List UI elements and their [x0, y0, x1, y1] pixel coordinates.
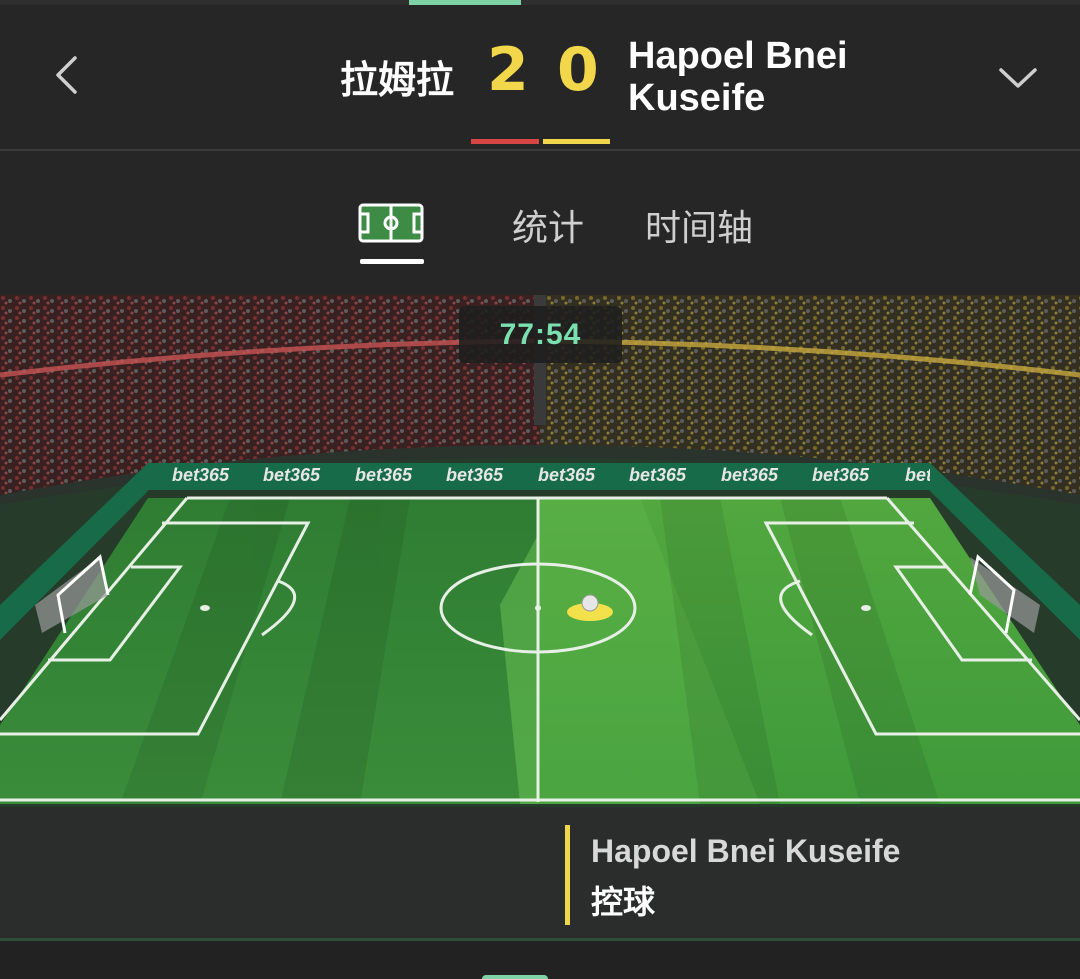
pitch-visualisation: bet365 bet365 bet365 bet365 bet365 bet36… — [0, 295, 1080, 807]
home-score: 2 — [487, 35, 529, 105]
chevron-left-icon — [56, 56, 77, 94]
event-team-name: Hapoel Bnei Kuseife — [591, 833, 901, 869]
away-color-bar — [543, 139, 610, 144]
event-panel: Hapoel Bnei Kuseife 控球 — [0, 807, 1080, 938]
match-header: 拉姆拉 2 0 Hapoel Bnei Kuseife — [0, 5, 1080, 149]
expand-button[interactable] — [990, 49, 1046, 105]
active-tab-underline — [360, 259, 424, 264]
home-color-bar — [471, 139, 539, 144]
tab-stats[interactable]: 统计 — [512, 199, 584, 251]
chevron-down-icon — [999, 68, 1037, 88]
event-type: 控球 — [591, 883, 656, 921]
ad-board-texts: bet365 bet365 bet365 bet365 bet365 bet36… — [0, 295, 1080, 807]
away-team-name-line2: Kuseife — [628, 77, 766, 119]
view-tabs: 统计 时间轴 — [0, 151, 1080, 295]
ad-text: bet365 — [905, 465, 930, 485]
drag-handle[interactable] — [482, 975, 548, 979]
back-button[interactable] — [40, 47, 92, 103]
bottom-area — [0, 941, 1080, 979]
tab-timeline[interactable]: 时间轴 — [645, 199, 753, 251]
tab-pitch[interactable] — [358, 201, 424, 261]
match-clock: 77:54 — [459, 306, 622, 363]
pitch-icon — [358, 203, 424, 243]
ad-text: bet365 — [355, 465, 413, 485]
ad-text: bet365 — [629, 465, 687, 485]
home-team-name: 拉姆拉 — [339, 58, 454, 102]
ad-text: bet365 — [172, 465, 230, 485]
ad-text: bet365 — [721, 465, 779, 485]
ad-text: bet365 — [263, 465, 321, 485]
away-score: 0 — [557, 35, 599, 105]
event-team-color-bar — [565, 825, 570, 925]
away-team-name: Hapoel Bnei Kuseife — [628, 35, 888, 119]
away-team-name-line1: Hapoel Bnei — [628, 35, 848, 77]
ad-text: bet365 — [812, 465, 870, 485]
ad-text: bet365 — [446, 465, 504, 485]
ad-text: bet365 — [538, 465, 596, 485]
